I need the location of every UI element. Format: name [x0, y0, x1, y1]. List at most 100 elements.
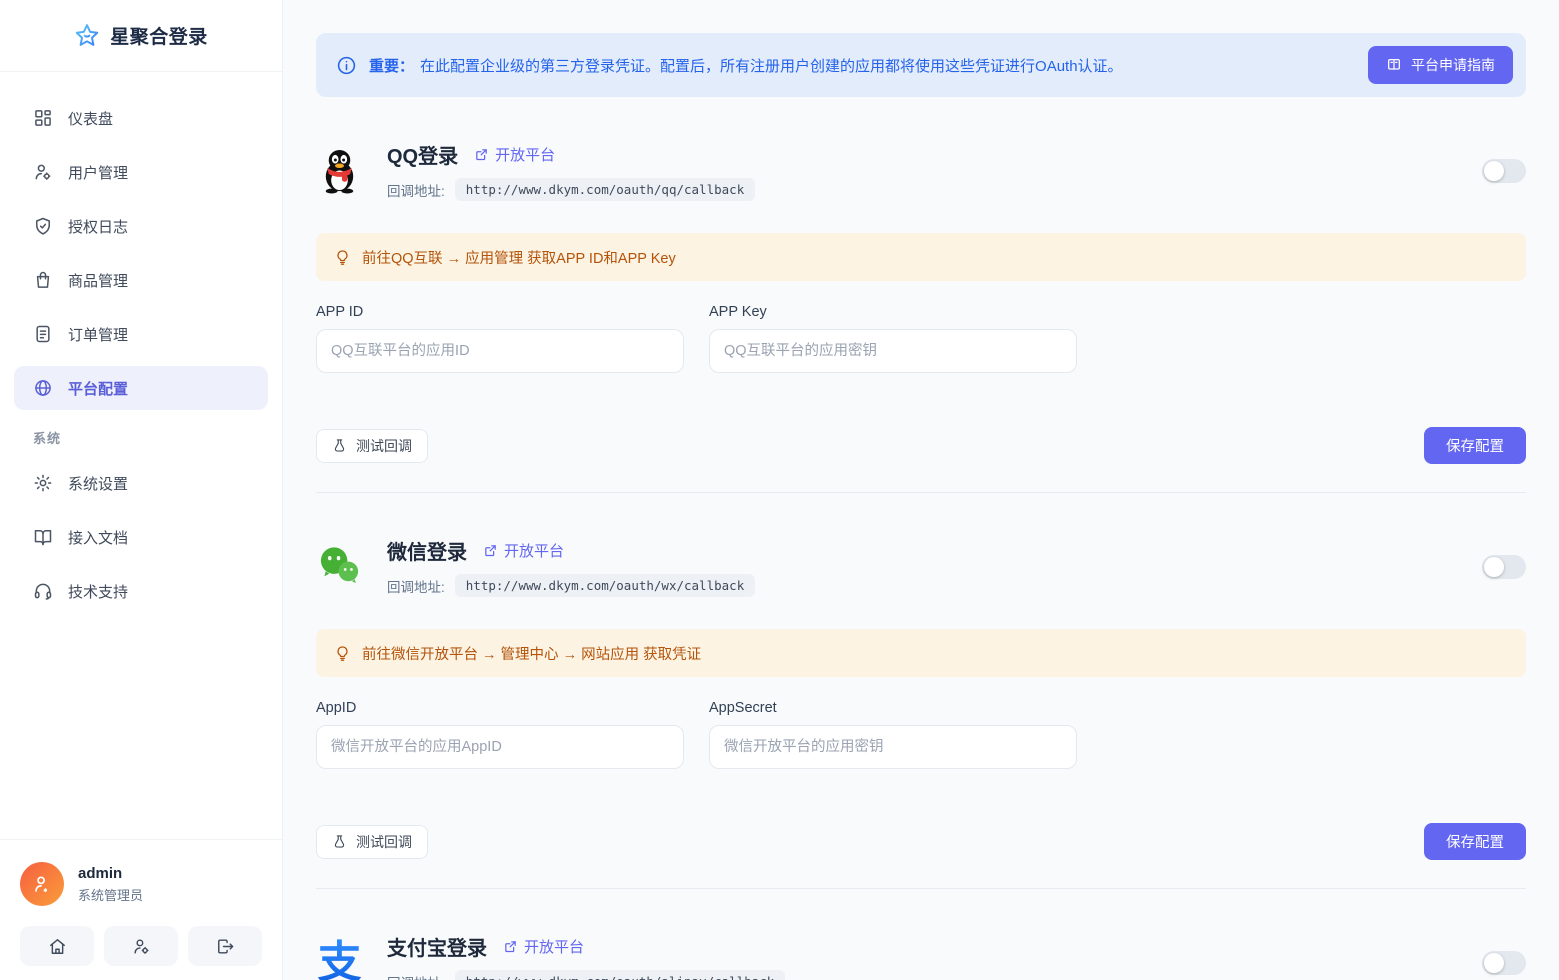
home-icon: [48, 937, 67, 956]
wechat-appsecret-input[interactable]: [709, 725, 1077, 769]
sidebar-item-label: 仪表盘: [68, 108, 113, 129]
book-icon: [33, 527, 53, 547]
logout-button[interactable]: [188, 926, 262, 966]
wechat-appid-input[interactable]: [316, 725, 684, 769]
dashboard-icon: [33, 108, 53, 128]
qq-hint: 前往QQ互联 → 应用管理 获取APP ID和APP Key: [316, 233, 1526, 281]
star-logo-icon: [74, 23, 100, 49]
test-button-label: 测试回调: [356, 832, 412, 852]
field-label: APP Key: [709, 304, 1077, 320]
wechat-appid-field: AppID: [316, 700, 684, 769]
home-button[interactable]: [20, 926, 94, 966]
external-link-icon: [503, 939, 518, 954]
info-banner: 重要： 在此配置企业级的第三方登录凭证。配置后，所有注册用户创建的应用都将使用这些…: [316, 33, 1526, 97]
open-platform-link-label: 开放平台: [495, 144, 555, 165]
field-label: AppSecret: [709, 700, 1077, 716]
gear-icon: [33, 473, 53, 493]
open-platform-link[interactable]: 开放平台: [483, 540, 564, 561]
shopping-bag-icon: [33, 270, 53, 290]
info-icon: [336, 55, 357, 76]
open-platform-link-label: 开放平台: [524, 936, 584, 957]
qq-enable-toggle[interactable]: [1482, 159, 1526, 183]
wechat-appsecret-field: AppSecret: [709, 700, 1077, 769]
qq-test-callback-button[interactable]: 测试回调: [316, 429, 428, 463]
sidebar-item-auth-log[interactable]: 授权日志: [14, 204, 268, 248]
hint-text: 前往微信开放平台 → 管理中心 → 网站应用 获取凭证: [362, 643, 701, 664]
logout-icon: [216, 937, 235, 956]
open-platform-link[interactable]: 开放平台: [503, 936, 584, 957]
hint-text: 前往QQ互联 → 应用管理 获取APP ID和APP Key: [362, 247, 676, 268]
qq-appid-input[interactable]: [316, 329, 684, 373]
user-name: admin: [78, 865, 143, 882]
sidebar-item-label: 订单管理: [68, 324, 128, 345]
globe-icon: [33, 378, 53, 398]
field-label: AppID: [316, 700, 684, 716]
wechat-test-callback-button[interactable]: 测试回调: [316, 825, 428, 859]
banner-prefix: 重要：: [369, 58, 414, 75]
external-link-icon: [474, 147, 489, 162]
sidebar-item-label: 平台配置: [68, 378, 128, 399]
sidebar-item-support[interactable]: 技术支持: [14, 569, 268, 613]
qq-appid-field: APP ID: [316, 304, 684, 373]
platform-guide-button[interactable]: 平台申请指南: [1368, 46, 1513, 84]
alipay-logo-icon: 支: [316, 939, 363, 980]
test-button-label: 测试回调: [356, 436, 412, 456]
qq-save-config-button[interactable]: 保存配置: [1424, 427, 1526, 464]
field-label: APP ID: [316, 304, 684, 320]
callback-url: http://www.dkym.com/oauth/wx/callback: [455, 574, 755, 597]
flask-icon: [332, 438, 347, 453]
document-icon: [33, 324, 53, 344]
sidebar-item-orders[interactable]: 订单管理: [14, 312, 268, 356]
sidebar-item-system-settings[interactable]: 系统设置: [14, 461, 268, 505]
toggle-knob: [1484, 953, 1504, 973]
sidebar-item-platform-config[interactable]: 平台配置: [14, 366, 268, 410]
callback-label: 回调地址:: [387, 972, 445, 980]
sidebar-nav: 仪表盘 用户管理 授权日志: [0, 72, 282, 839]
wechat-logo-icon: [316, 543, 363, 590]
sidebar-item-products[interactable]: 商品管理: [14, 258, 268, 302]
sidebar-item-docs[interactable]: 接入文档: [14, 515, 268, 559]
sidebar-item-label: 用户管理: [68, 162, 128, 183]
platform-title: QQ登录: [387, 140, 458, 169]
sidebar-item-label: 商品管理: [68, 270, 128, 291]
qq-appkey-field: APP Key: [709, 304, 1077, 373]
logo: 星聚合登录: [0, 0, 282, 72]
sidebar-item-label: 技术支持: [68, 581, 128, 602]
sidebar: 星聚合登录 仪表盘 用户管理: [0, 0, 283, 980]
lightbulb-icon: [334, 645, 351, 662]
sidebar-item-label: 接入文档: [68, 527, 128, 548]
external-link-icon: [483, 543, 498, 558]
platform-section-wechat: 微信登录 开放平台 回调地址: http://www.dkym.com/oaut…: [316, 493, 1526, 860]
wechat-save-config-button[interactable]: 保存配置: [1424, 823, 1526, 860]
callback-label: 回调地址:: [387, 576, 445, 596]
shield-check-icon: [33, 216, 53, 236]
open-platform-link-label: 开放平台: [504, 540, 564, 561]
user-info: admin 系统管理员: [20, 862, 262, 906]
qq-appkey-input[interactable]: [709, 329, 1077, 373]
headset-icon: [33, 581, 53, 601]
nav-section-label: 系统: [33, 428, 249, 447]
wechat-enable-toggle[interactable]: [1482, 555, 1526, 579]
user-gear-icon: [132, 937, 151, 956]
banner-message: 在此配置企业级的第三方登录凭证。配置后，所有注册用户创建的应用都将使用这些凭证进…: [420, 58, 1123, 75]
sidebar-item-dashboard[interactable]: 仪表盘: [14, 96, 268, 140]
guide-book-icon: [1386, 57, 1402, 73]
platform-title: 支付宝登录: [387, 932, 487, 961]
lightbulb-icon: [334, 249, 351, 266]
user-gear-icon: [33, 162, 53, 182]
app-title: 星聚合登录: [110, 22, 208, 49]
sidebar-item-users[interactable]: 用户管理: [14, 150, 268, 194]
toggle-knob: [1484, 161, 1504, 181]
alipay-enable-toggle[interactable]: [1482, 951, 1526, 975]
profile-button[interactable]: [104, 926, 178, 966]
platform-section-alipay: 支 支付宝登录 开放平台 回调地址: htt: [316, 889, 1526, 980]
sidebar-footer: admin 系统管理员: [0, 839, 282, 980]
sidebar-item-label: 系统设置: [68, 473, 128, 494]
callback-label: 回调地址:: [387, 180, 445, 200]
open-platform-link[interactable]: 开放平台: [474, 144, 555, 165]
main-content: 重要： 在此配置企业级的第三方登录凭证。配置后，所有注册用户创建的应用都将使用这些…: [283, 0, 1559, 980]
sidebar-item-label: 授权日志: [68, 216, 128, 237]
user-role: 系统管理员: [78, 885, 143, 904]
qq-logo-icon: [316, 147, 363, 194]
flask-icon: [332, 834, 347, 849]
